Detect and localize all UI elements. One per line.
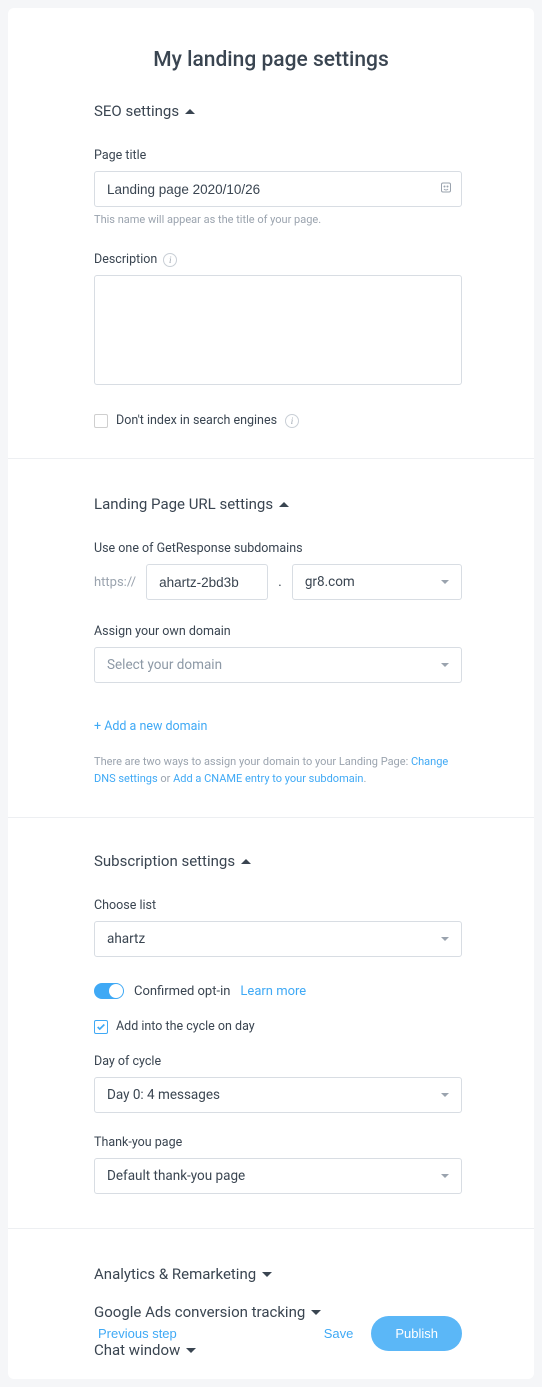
settings-card: My landing page settings SEO settings Pa… <box>8 8 534 1379</box>
own-domain-select[interactable]: Select your domain <box>94 647 462 683</box>
page-title-input[interactable] <box>94 171 462 207</box>
add-cycle-checkbox[interactable] <box>94 1020 108 1034</box>
page-title-hint: This name will appear as the title of yo… <box>94 213 462 226</box>
caret-down-icon <box>441 663 449 667</box>
confirmed-optin-label: Confirmed opt-in <box>134 984 230 999</box>
publish-button[interactable]: Publish <box>371 1316 462 1351</box>
choose-list-value: ahartz <box>107 931 145 947</box>
info-icon[interactable]: i <box>163 253 177 267</box>
day-cycle-value: Day 0: 4 messages <box>107 1087 220 1103</box>
confirmed-optin-toggle[interactable] <box>94 983 124 999</box>
previous-step-button[interactable]: Previous step <box>94 1318 181 1349</box>
footer-bar: Previous step Save Publish <box>8 1294 534 1379</box>
caret-down-icon <box>441 580 449 584</box>
cname-link[interactable]: Add a CNAME entry to your subdomain <box>173 772 363 785</box>
seo-section-header[interactable]: SEO settings <box>94 102 462 120</box>
thankyou-value: Default thank-you page <box>107 1168 245 1184</box>
day-cycle-select[interactable]: Day 0: 4 messages <box>94 1077 462 1113</box>
add-cycle-row[interactable]: Add into the cycle on day <box>94 1019 462 1034</box>
description-label: Description i <box>94 252 462 267</box>
add-cycle-label: Add into the cycle on day <box>116 1019 255 1034</box>
page-title: My landing page settings <box>8 48 534 72</box>
confirmed-optin-row: Confirmed opt-in Learn more <box>94 983 462 999</box>
caret-down-icon <box>441 1174 449 1178</box>
noindex-checkbox-row[interactable]: Don't index in search engines i <box>94 413 462 428</box>
own-domain-label: Assign your own domain <box>94 624 462 639</box>
emoji-picker-icon[interactable] <box>440 182 452 197</box>
seo-section-label: SEO settings <box>94 102 179 120</box>
caret-down-icon <box>441 1093 449 1097</box>
own-domain-placeholder: Select your domain <box>107 657 222 673</box>
seo-section: SEO settings Page title This name will a… <box>8 102 534 428</box>
subdomain-input[interactable] <box>146 564 268 600</box>
add-domain-link[interactable]: + Add a new domain <box>94 719 207 734</box>
learn-more-link[interactable]: Learn more <box>240 984 306 999</box>
subscription-section: Subscription settings Choose list ahartz… <box>8 852 534 1194</box>
caret-up-icon <box>279 502 289 507</box>
domain-select[interactable]: gr8.com <box>292 564 462 600</box>
subscription-section-header[interactable]: Subscription settings <box>94 852 462 870</box>
day-cycle-label: Day of cycle <box>94 1054 462 1069</box>
domain-hint: There are two ways to assign your domain… <box>94 754 462 787</box>
dot-separator: . <box>278 574 282 590</box>
info-icon[interactable]: i <box>285 414 299 428</box>
caret-down-icon <box>262 1272 272 1277</box>
caret-up-icon <box>241 859 251 864</box>
thankyou-label: Thank-you page <box>94 1135 462 1150</box>
save-button[interactable]: Save <box>320 1318 358 1349</box>
url-section: Landing Page URL settings Use one of Get… <box>8 495 534 787</box>
protocol-label: https:// <box>94 575 136 590</box>
url-section-label: Landing Page URL settings <box>94 495 273 513</box>
choose-list-select[interactable]: ahartz <box>94 921 462 957</box>
description-input[interactable] <box>94 275 462 385</box>
subdomain-label: Use one of GetResponse subdomains <box>94 541 462 556</box>
noindex-label: Don't index in search engines <box>116 413 277 428</box>
subscription-section-label: Subscription settings <box>94 852 235 870</box>
analytics-label: Analytics & Remarketing <box>94 1265 256 1283</box>
page-title-label: Page title <box>94 148 462 163</box>
thankyou-select[interactable]: Default thank-you page <box>94 1158 462 1194</box>
caret-up-icon <box>185 109 195 114</box>
noindex-checkbox[interactable] <box>94 414 108 428</box>
choose-list-label: Choose list <box>94 898 462 913</box>
caret-down-icon <box>441 937 449 941</box>
domain-select-value: gr8.com <box>305 574 355 590</box>
url-section-header[interactable]: Landing Page URL settings <box>94 495 462 513</box>
